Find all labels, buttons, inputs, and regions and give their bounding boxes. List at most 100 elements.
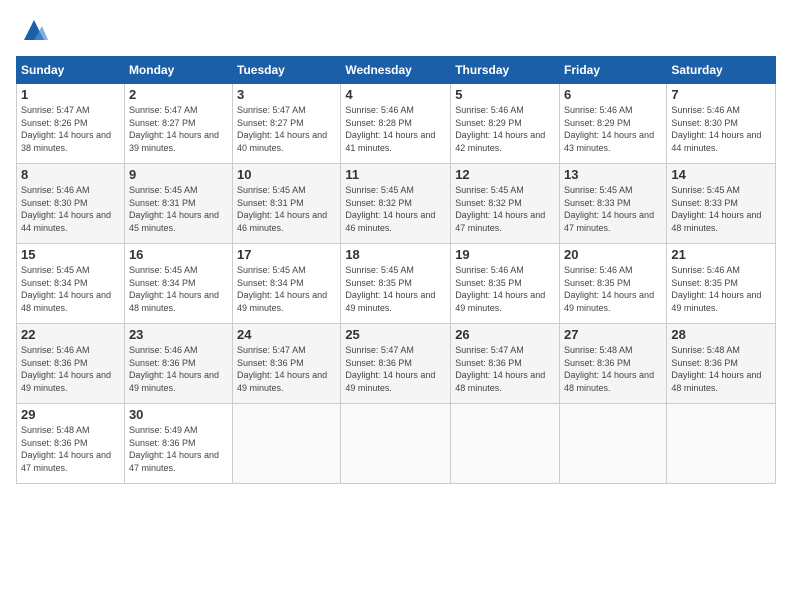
day-info: Sunrise: 5:46 AMSunset: 8:35 PMDaylight:…: [564, 264, 662, 314]
calendar-cell: 10 Sunrise: 5:45 AMSunset: 8:31 PMDayligh…: [233, 164, 341, 244]
calendar-cell: 16 Sunrise: 5:45 AMSunset: 8:34 PMDayligh…: [124, 244, 232, 324]
day-number: 28: [671, 327, 771, 342]
day-number: 13: [564, 167, 662, 182]
day-info: Sunrise: 5:45 AMSunset: 8:34 PMDaylight:…: [237, 264, 336, 314]
day-info: Sunrise: 5:47 AMSunset: 8:36 PMDaylight:…: [237, 344, 336, 394]
day-info: Sunrise: 5:46 AMSunset: 8:28 PMDaylight:…: [345, 104, 446, 154]
day-number: 29: [21, 407, 120, 422]
day-number: 19: [455, 247, 555, 262]
calendar-header-wednesday: Wednesday: [341, 57, 451, 84]
calendar-cell: 18 Sunrise: 5:45 AMSunset: 8:35 PMDayligh…: [341, 244, 451, 324]
calendar-cell: 4 Sunrise: 5:46 AMSunset: 8:28 PMDaylight…: [341, 84, 451, 164]
calendar-cell: 11Sunrise: 5:45 AMSunset: 8:32 PMDayligh…: [341, 164, 451, 244]
day-number: 9: [129, 167, 228, 182]
calendar-cell: 14 Sunrise: 5:45 AMSunset: 8:33 PMDayligh…: [667, 164, 776, 244]
day-info: Sunrise: 5:46 AMSunset: 8:36 PMDaylight:…: [21, 344, 120, 394]
calendar-cell: 19 Sunrise: 5:46 AMSunset: 8:35 PMDayligh…: [451, 244, 560, 324]
calendar-header-friday: Friday: [560, 57, 667, 84]
calendar-cell: 1Sunrise: 5:47 AMSunset: 8:26 PMDaylight…: [17, 84, 125, 164]
day-info: Sunrise: 5:45 AMSunset: 8:31 PMDaylight:…: [237, 184, 336, 234]
day-number: 12: [455, 167, 555, 182]
day-info: Sunrise: 5:49 AMSunset: 8:36 PMDaylight:…: [129, 424, 228, 474]
calendar: SundayMondayTuesdayWednesdayThursdayFrid…: [16, 56, 776, 484]
calendar-cell: 17 Sunrise: 5:45 AMSunset: 8:34 PMDayligh…: [233, 244, 341, 324]
calendar-cell: 2Sunrise: 5:47 AMSunset: 8:27 PMDaylight…: [124, 84, 232, 164]
header: [16, 16, 776, 44]
calendar-cell: 12 Sunrise: 5:45 AMSunset: 8:32 PMDayligh…: [451, 164, 560, 244]
day-info: Sunrise: 5:45 AMSunset: 8:33 PMDaylight:…: [671, 184, 771, 234]
day-number: 17: [237, 247, 336, 262]
day-number: 6: [564, 87, 662, 102]
calendar-cell: 5 Sunrise: 5:46 AMSunset: 8:29 PMDaylight…: [451, 84, 560, 164]
day-number: 26: [455, 327, 555, 342]
calendar-header-sunday: Sunday: [17, 57, 125, 84]
day-number: 5: [455, 87, 555, 102]
calendar-cell: 13 Sunrise: 5:45 AMSunset: 8:33 PMDayligh…: [560, 164, 667, 244]
calendar-week-4: 22 Sunrise: 5:46 AMSunset: 8:36 PMDayligh…: [17, 324, 776, 404]
day-info: Sunrise: 5:46 AMSunset: 8:29 PMDaylight:…: [564, 104, 662, 154]
calendar-cell: 15Sunrise: 5:45 AMSunset: 8:34 PMDayligh…: [17, 244, 125, 324]
day-number: 18: [345, 247, 446, 262]
day-info: Sunrise: 5:46 AMSunset: 8:35 PMDaylight:…: [455, 264, 555, 314]
calendar-cell: 23 Sunrise: 5:46 AMSunset: 8:36 PMDayligh…: [124, 324, 232, 404]
calendar-week-3: 15Sunrise: 5:45 AMSunset: 8:34 PMDayligh…: [17, 244, 776, 324]
calendar-cell: [560, 404, 667, 484]
day-info: Sunrise: 5:46 AMSunset: 8:30 PMDaylight:…: [21, 184, 120, 234]
day-number: 4: [345, 87, 446, 102]
day-info: Sunrise: 5:45 AMSunset: 8:32 PMDaylight:…: [455, 184, 555, 234]
calendar-cell: 29 Sunrise: 5:48 AMSunset: 8:36 PMDayligh…: [17, 404, 125, 484]
day-number: 23: [129, 327, 228, 342]
day-number: 14: [671, 167, 771, 182]
calendar-cell: 25Sunrise: 5:47 AMSunset: 8:36 PMDayligh…: [341, 324, 451, 404]
calendar-cell: 30 Sunrise: 5:49 AMSunset: 8:36 PMDayligh…: [124, 404, 232, 484]
calendar-header-thursday: Thursday: [451, 57, 560, 84]
calendar-cell: 3 Sunrise: 5:47 AMSunset: 8:27 PMDaylight…: [233, 84, 341, 164]
day-number: 16: [129, 247, 228, 262]
calendar-cell: 9Sunrise: 5:45 AMSunset: 8:31 PMDaylight…: [124, 164, 232, 244]
day-info: Sunrise: 5:46 AMSunset: 8:29 PMDaylight:…: [455, 104, 555, 154]
day-number: 20: [564, 247, 662, 262]
calendar-week-2: 8 Sunrise: 5:46 AMSunset: 8:30 PMDaylight…: [17, 164, 776, 244]
calendar-header-saturday: Saturday: [667, 57, 776, 84]
logo-icon: [20, 16, 48, 44]
calendar-cell: 24 Sunrise: 5:47 AMSunset: 8:36 PMDayligh…: [233, 324, 341, 404]
calendar-cell: 26 Sunrise: 5:47 AMSunset: 8:36 PMDayligh…: [451, 324, 560, 404]
day-number: 21: [671, 247, 771, 262]
calendar-cell: [341, 404, 451, 484]
day-info: Sunrise: 5:46 AMSunset: 8:30 PMDaylight:…: [671, 104, 771, 154]
day-number: 24: [237, 327, 336, 342]
day-info: Sunrise: 5:47 AMSunset: 8:27 PMDaylight:…: [237, 104, 336, 154]
day-info: Sunrise: 5:48 AMSunset: 8:36 PMDaylight:…: [564, 344, 662, 394]
day-number: 25: [345, 327, 446, 342]
calendar-cell: [667, 404, 776, 484]
day-number: 22: [21, 327, 120, 342]
day-number: 8: [21, 167, 120, 182]
day-number: 10: [237, 167, 336, 182]
calendar-cell: [451, 404, 560, 484]
day-info: Sunrise: 5:48 AMSunset: 8:36 PMDaylight:…: [21, 424, 120, 474]
day-info: Sunrise: 5:47 AMSunset: 8:36 PMDaylight:…: [455, 344, 555, 394]
day-number: 1: [21, 87, 120, 102]
page: SundayMondayTuesdayWednesdayThursdayFrid…: [0, 0, 792, 612]
day-number: 27: [564, 327, 662, 342]
calendar-cell: 22 Sunrise: 5:46 AMSunset: 8:36 PMDayligh…: [17, 324, 125, 404]
day-number: 3: [237, 87, 336, 102]
calendar-week-1: 1Sunrise: 5:47 AMSunset: 8:26 PMDaylight…: [17, 84, 776, 164]
calendar-header-monday: Monday: [124, 57, 232, 84]
day-info: Sunrise: 5:45 AMSunset: 8:34 PMDaylight:…: [129, 264, 228, 314]
day-info: Sunrise: 5:45 AMSunset: 8:35 PMDaylight:…: [345, 264, 446, 314]
day-number: 11: [345, 167, 446, 182]
calendar-header-tuesday: Tuesday: [233, 57, 341, 84]
calendar-cell: 28Sunrise: 5:48 AMSunset: 8:36 PMDayligh…: [667, 324, 776, 404]
calendar-cell: 21Sunrise: 5:46 AMSunset: 8:35 PMDayligh…: [667, 244, 776, 324]
day-info: Sunrise: 5:46 AMSunset: 8:36 PMDaylight:…: [129, 344, 228, 394]
day-info: Sunrise: 5:47 AMSunset: 8:27 PMDaylight:…: [129, 104, 228, 154]
calendar-cell: 27 Sunrise: 5:48 AMSunset: 8:36 PMDayligh…: [560, 324, 667, 404]
calendar-cell: 8 Sunrise: 5:46 AMSunset: 8:30 PMDaylight…: [17, 164, 125, 244]
calendar-cell: 6 Sunrise: 5:46 AMSunset: 8:29 PMDaylight…: [560, 84, 667, 164]
day-info: Sunrise: 5:45 AMSunset: 8:34 PMDaylight:…: [21, 264, 120, 314]
day-info: Sunrise: 5:45 AMSunset: 8:33 PMDaylight:…: [564, 184, 662, 234]
logo: [16, 16, 48, 44]
calendar-cell: [233, 404, 341, 484]
day-number: 30: [129, 407, 228, 422]
